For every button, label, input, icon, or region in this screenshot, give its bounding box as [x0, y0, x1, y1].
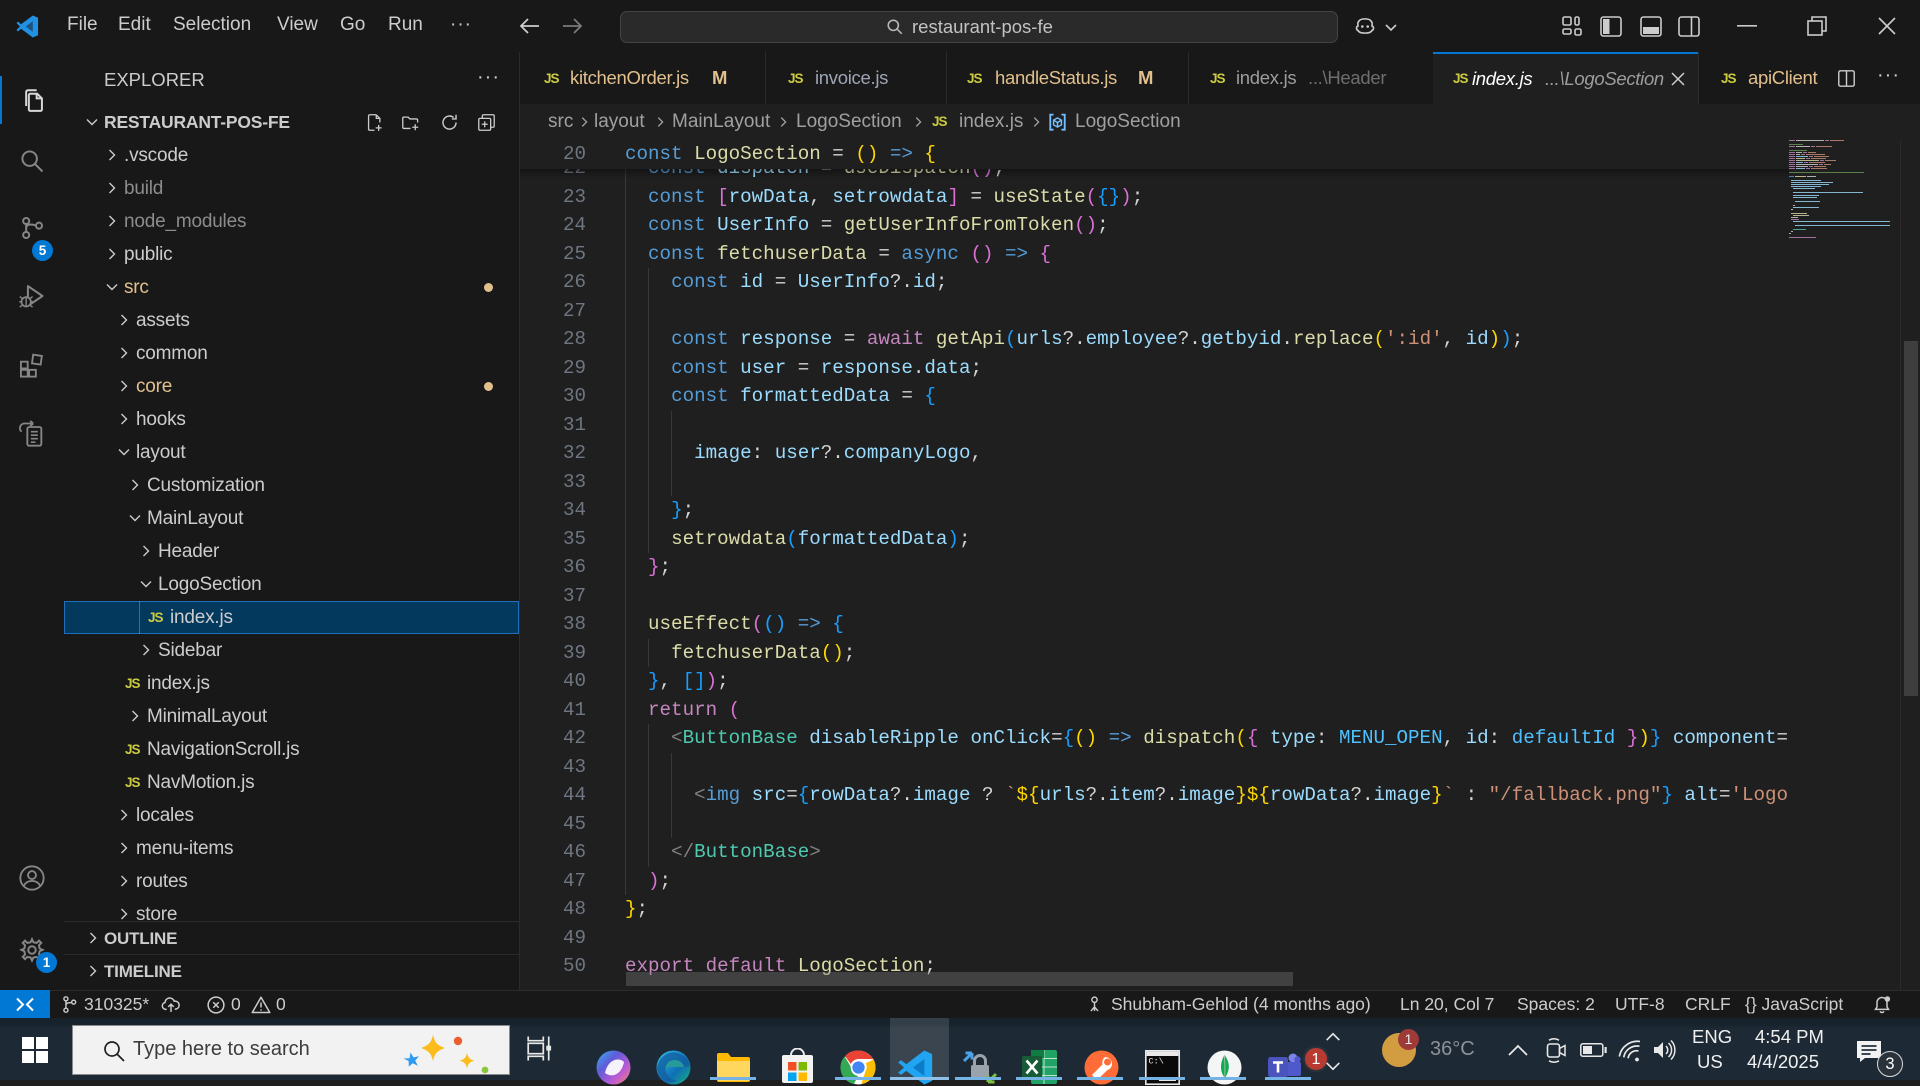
svg-text:C:\: C:\ — [1149, 1057, 1164, 1067]
